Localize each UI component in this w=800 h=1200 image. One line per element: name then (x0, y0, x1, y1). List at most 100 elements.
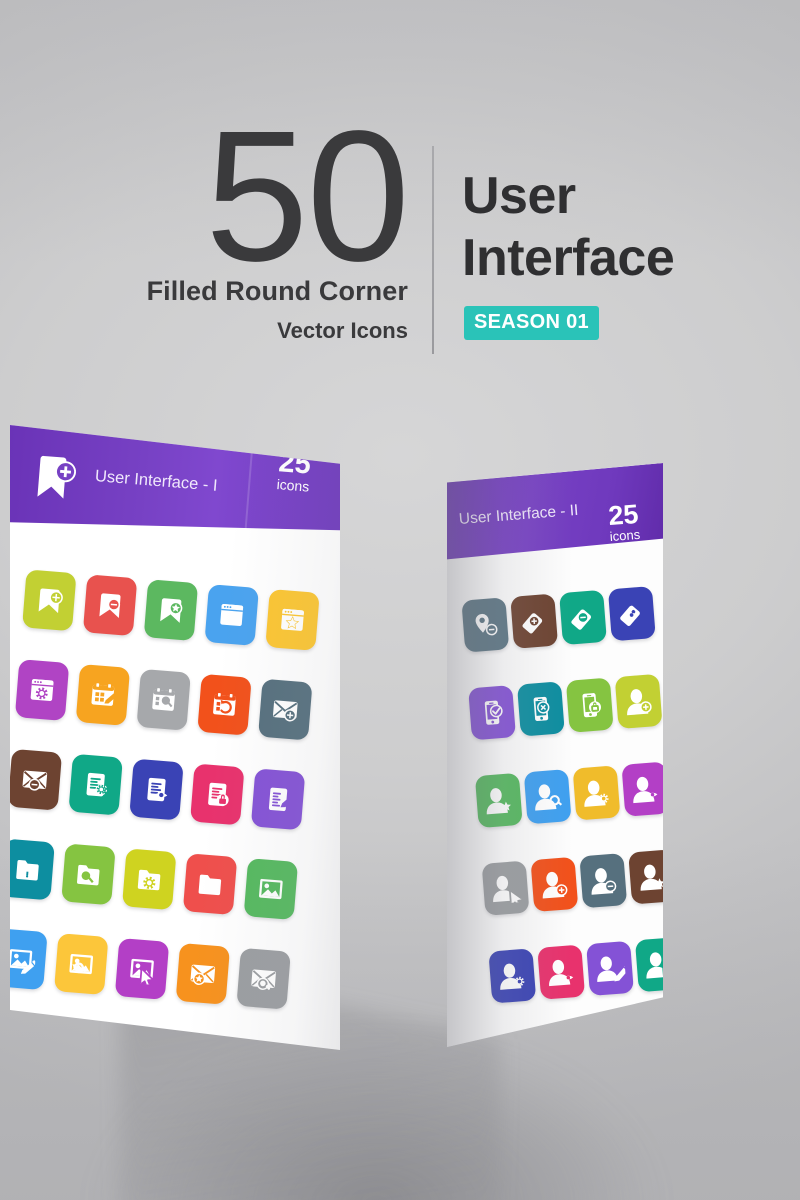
image-edit-icon[interactable] (10, 928, 48, 991)
user-view-icon[interactable] (620, 761, 663, 817)
mobile-check-icon[interactable] (467, 685, 516, 741)
icon-cell (519, 751, 575, 842)
header-divider (432, 146, 434, 354)
icon-cell (513, 663, 569, 754)
icon-cell (10, 822, 61, 917)
icon-cell (115, 832, 183, 927)
mail-add-icon[interactable] (258, 678, 313, 741)
user-plus-icon[interactable] (529, 856, 578, 913)
icon-pack-mockup: User Interface - II 25 icons User Interf… (0, 400, 800, 1200)
poster-header: 50 Filled Round Corner Vector Icons User… (0, 104, 800, 363)
icon-cell (624, 831, 663, 922)
icon-cell (604, 568, 660, 659)
icon-cell (457, 579, 513, 670)
document-settings-icon[interactable] (68, 753, 123, 816)
panel-back: User Interface - II 25 icons (447, 463, 663, 1047)
document-view-icon[interactable] (129, 758, 184, 821)
icon-cell (526, 839, 582, 930)
tag-add-icon[interactable] (509, 593, 558, 649)
bookmark-remove-icon[interactable] (82, 574, 138, 637)
icon-cell (244, 752, 312, 847)
panel-front: User Interface - I 25 icons (10, 425, 340, 1050)
folder-warning-icon[interactable] (10, 838, 55, 901)
icon-cell (61, 737, 129, 832)
icon-cell (533, 926, 589, 1017)
user-gear-icon[interactable] (487, 948, 536, 1004)
image-click-icon[interactable] (114, 938, 170, 1000)
icon-cell (122, 742, 190, 837)
mobile-cancel-icon[interactable] (516, 681, 565, 737)
browser-star-icon[interactable] (265, 589, 321, 651)
header-title-line2: Interface (462, 229, 675, 287)
icon-cell (183, 747, 251, 842)
user-star-icon[interactable] (474, 772, 523, 829)
panel-front-icon-grid (10, 553, 327, 1046)
panel-back-count-label: icons (609, 526, 641, 545)
poster-canvas: 50 Filled Round Corner Vector Icons User… (0, 0, 800, 1200)
bookmark-add-icon[interactable] (21, 569, 77, 632)
icon-cell (169, 927, 237, 1022)
panel-back-icon-grid (457, 568, 663, 1037)
icon-cell (610, 656, 663, 747)
icon-cell (10, 912, 54, 1007)
icon-cell (130, 653, 198, 748)
header-title-line1: User (462, 167, 576, 225)
user-eye-icon[interactable] (536, 944, 585, 1000)
season-badge: SEASON 01 (464, 306, 599, 340)
location-remove-icon[interactable] (460, 597, 509, 653)
mail-search-icon[interactable] (236, 947, 292, 1010)
document-lock-icon[interactable] (190, 763, 245, 826)
icon-cell (506, 575, 562, 666)
user-favorite-icon[interactable] (627, 849, 663, 905)
panel-front-count: 25 icons (261, 446, 326, 496)
icon-cell (230, 931, 298, 1026)
icon-cell (10, 643, 76, 738)
user-search-icon[interactable] (523, 769, 572, 825)
calendar-edit-icon[interactable] (75, 664, 130, 726)
user-minus-icon[interactable] (578, 853, 627, 909)
panel-back-count: 25 icons (594, 499, 655, 545)
image-icon[interactable] (243, 858, 299, 920)
icon-cell (582, 923, 638, 1014)
icon-cell (477, 842, 533, 933)
icon-cell (69, 648, 137, 743)
header-left-block: 50 Filled Round Corner Vector Icons (0, 104, 413, 363)
mobile-lock-icon[interactable] (565, 677, 614, 733)
tag-view-icon[interactable] (607, 586, 656, 642)
browser-warning-icon[interactable] (204, 584, 260, 646)
icon-cell (252, 662, 320, 757)
icon-cell (47, 917, 115, 1012)
calendar-search-icon[interactable] (136, 668, 191, 731)
mail-star-icon[interactable] (175, 942, 231, 1005)
icon-cell (617, 743, 663, 834)
bookmark-star-icon[interactable] (143, 579, 199, 642)
document-edit-icon[interactable] (251, 768, 306, 831)
icon-cell (561, 659, 617, 750)
folder-lock-icon[interactable] (182, 853, 238, 916)
icon-cell (198, 568, 266, 663)
icon-cell (464, 667, 520, 758)
icon-cell (237, 842, 305, 937)
tag-remove-icon[interactable] (558, 589, 607, 646)
icon-cell (54, 827, 122, 922)
mail-remove-icon[interactable] (10, 748, 62, 811)
folder-settings-icon[interactable] (121, 848, 177, 911)
browser-settings-icon[interactable] (14, 659, 69, 721)
calendar-refresh-icon[interactable] (197, 673, 252, 736)
header-right-block: User Interface SEASON 01 (462, 128, 800, 363)
user-edit-icon[interactable] (585, 940, 634, 997)
bookmark-add-icon (34, 453, 78, 502)
header-subtitle-line2: Vector Icons (277, 318, 408, 343)
icon-cell (76, 558, 144, 653)
icon-cell (575, 835, 631, 926)
user-add-icon[interactable] (614, 673, 663, 730)
folder-search-icon[interactable] (60, 843, 116, 906)
user-settings-icon[interactable] (572, 765, 620, 821)
icon-cell (568, 747, 624, 838)
icon-cell (108, 922, 176, 1017)
icon-cell (555, 572, 611, 663)
icon-cell (259, 573, 327, 668)
image-refresh-icon[interactable] (53, 933, 109, 995)
icon-count-number: 50 (205, 93, 410, 300)
user-click-icon[interactable] (481, 860, 529, 916)
